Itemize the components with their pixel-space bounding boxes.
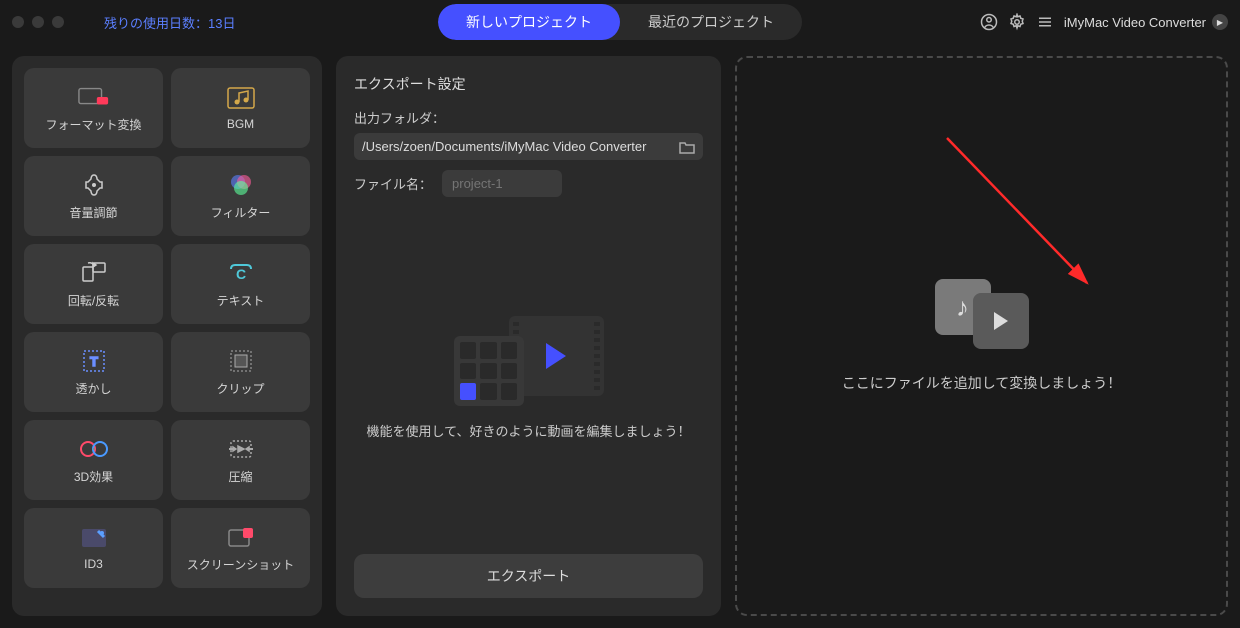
tile-label: 圧縮 (228, 468, 252, 485)
gear-icon[interactable] (1008, 13, 1026, 31)
tile-label: フィルター (211, 204, 271, 221)
output-folder-label: 出力フォルダ： (354, 108, 703, 127)
tab-recent-projects[interactable]: 最近のプロジェクト (620, 4, 802, 40)
tile-label: 3D効果 (74, 468, 113, 485)
volume-icon (78, 172, 110, 198)
tile-filter[interactable]: フィルター (171, 156, 310, 236)
tile-compress[interactable]: 圧縮 (171, 420, 310, 500)
svg-text:T: T (90, 354, 98, 369)
output-folder-field[interactable] (354, 133, 703, 160)
tile-label: フォーマット変換 (45, 116, 141, 133)
tile-volume[interactable]: 音量調節 (24, 156, 163, 236)
dropzone-text: ここにファイルを追加して変換しましょう！ (842, 373, 1122, 393)
titlebar: 残りの使用日数：13日 新しいプロジェクト 最近のプロジェクト iMyMac V… (0, 0, 1240, 44)
app-title: iMyMac Video Converter ▶ (1064, 14, 1228, 30)
filename-input[interactable] (442, 170, 562, 197)
tile-label: 回転/反転 (68, 292, 119, 309)
tile-bgm[interactable]: BGM (171, 68, 310, 148)
bgm-icon (225, 85, 257, 111)
close-dot[interactable] (12, 16, 24, 28)
tile-screenshot[interactable]: スクリーンショット (171, 508, 310, 588)
minimize-dot[interactable] (32, 16, 44, 28)
account-icon[interactable] (980, 13, 998, 31)
screenshot-icon (225, 524, 257, 550)
svg-text:C: C (235, 266, 245, 282)
window-controls (12, 16, 64, 28)
rotate-icon (78, 260, 110, 286)
play-badge-icon: ▶ (1212, 14, 1228, 30)
tile-label: テキスト (217, 292, 265, 309)
tile-clip[interactable]: クリップ (171, 332, 310, 412)
tile-format-convert[interactable]: フォーマット変換 (24, 68, 163, 148)
text-icon: C (225, 260, 257, 286)
output-folder-input[interactable] (362, 139, 679, 154)
main-content: フォーマット変換 BGM 音量調節 フィルター 回転/反転 C テキスト (0, 44, 1240, 628)
editor-illustration (454, 306, 604, 406)
folder-icon[interactable] (679, 140, 695, 154)
project-tabs: 新しいプロジェクト 最近のプロジェクト (438, 4, 802, 40)
filename-label: ファイル名： (354, 174, 432, 193)
filter-icon (225, 172, 257, 198)
tile-label: 透かし (75, 380, 111, 397)
3d-icon (78, 436, 110, 462)
edit-hint-text: 機能を使用して、好きのように動画を編集しましょう！ (367, 422, 691, 443)
id3-icon (78, 525, 110, 551)
tile-label: BGM (227, 117, 254, 131)
titlebar-right: iMyMac Video Converter ▶ (980, 13, 1228, 31)
tile-label: スクリーンショット (187, 556, 294, 573)
tools-sidebar: フォーマット変換 BGM 音量調節 フィルター 回転/反転 C テキスト (12, 56, 322, 616)
filename-row: ファイル名： (354, 170, 703, 197)
tile-3d[interactable]: 3D効果 (24, 420, 163, 500)
compress-icon (225, 436, 257, 462)
clip-icon (225, 348, 257, 374)
tile-label: ID3 (84, 557, 103, 571)
tab-new-project[interactable]: 新しいプロジェクト (438, 4, 620, 40)
tile-rotate[interactable]: 回転/反転 (24, 244, 163, 324)
maximize-dot[interactable] (52, 16, 64, 28)
tools-grid: フォーマット変換 BGM 音量調節 フィルター 回転/反転 C テキスト (24, 68, 310, 588)
edit-hint-area: 機能を使用して、好きのように動画を編集しましょう！ (354, 207, 703, 542)
export-button[interactable]: エクスポート (354, 554, 703, 598)
tile-watermark[interactable]: T 透かし (24, 332, 163, 412)
trial-days-text: 残りの使用日数：13日 (104, 13, 235, 32)
output-folder-row: 出力フォルダ： (354, 108, 703, 160)
format-convert-icon (78, 84, 110, 110)
app-title-text: iMyMac Video Converter (1064, 15, 1206, 30)
tile-text[interactable]: C テキスト (171, 244, 310, 324)
tile-id3[interactable]: ID3 (24, 508, 163, 588)
tile-label: 音量調節 (69, 204, 117, 221)
drop-zone[interactable]: ♪ ここにファイルを追加して変換しましょう！ (735, 56, 1228, 616)
video-file-icon (973, 293, 1029, 349)
menu-icon[interactable] (1036, 13, 1054, 31)
export-title: エクスポート設定 (354, 74, 703, 94)
grid-icon (454, 336, 524, 406)
watermark-icon: T (78, 348, 110, 374)
tile-label: クリップ (216, 380, 264, 397)
export-panel: エクスポート設定 出力フォルダ： ファイル名： 機能を使用して、好きのように動画… (336, 56, 721, 616)
